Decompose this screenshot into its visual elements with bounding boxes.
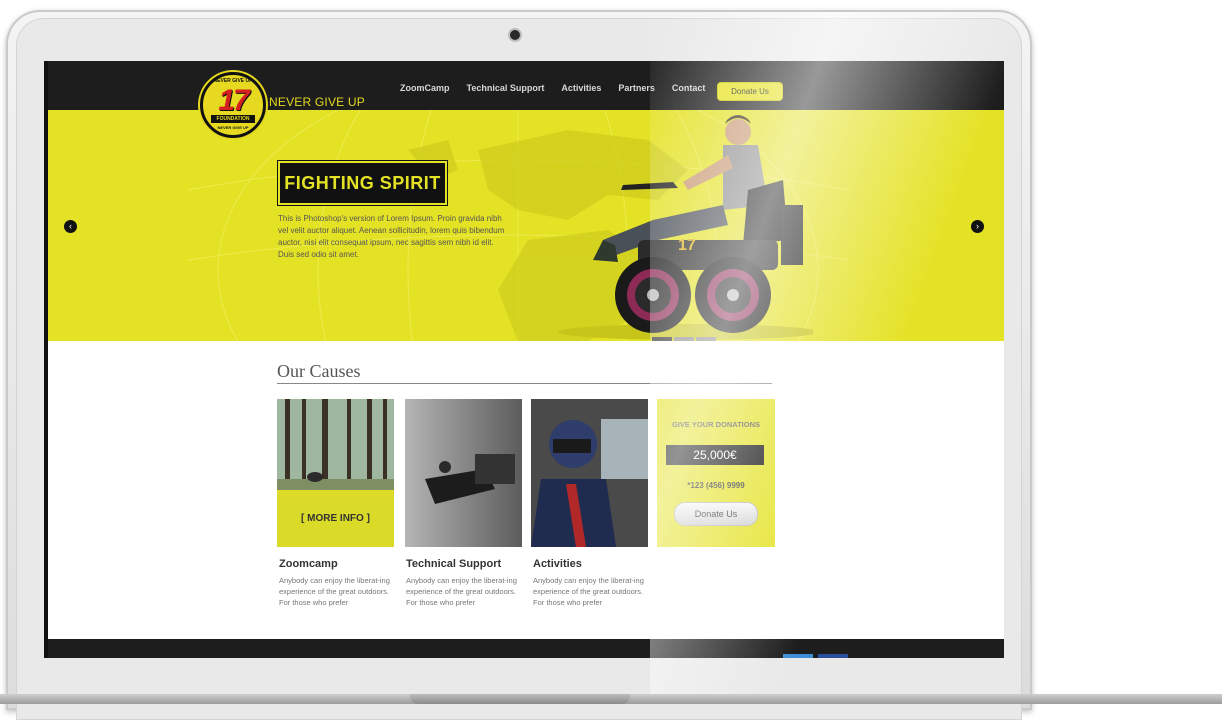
activities-image[interactable]: [531, 399, 648, 547]
social-twitter-icon[interactable]: [783, 654, 813, 658]
svg-text:17: 17: [678, 237, 696, 254]
world-map-background: [187, 110, 849, 341]
slider-indicators: [652, 337, 716, 341]
card-text-technical-support: Anybody can enjoy the liberat-ing experi…: [406, 576, 517, 607]
zoomcamp-image[interactable]: [ MORE INFO ]: [277, 399, 394, 547]
hero-title-box: FIGHTING SPIRIT: [278, 161, 447, 205]
hero-title: FIGHTING SPIRIT: [284, 173, 441, 193]
donation-amount: 25,000€: [666, 445, 764, 465]
donation-widget: GIVE YOUR DONATIONS 25,000€ *123 (456) 9…: [657, 399, 775, 547]
nav-technical-support[interactable]: Technical Support: [467, 83, 545, 93]
card-title-zoomcamp[interactable]: Zoomcamp: [279, 558, 338, 570]
card-title-technical-support[interactable]: Technical Support: [406, 558, 501, 570]
more-info-link[interactable]: [ MORE INFO ]: [277, 490, 394, 547]
logo-number: 17: [218, 84, 249, 117]
hero-slider: 17 FIGHTING SPIRIT This is Photoshop's v…: [48, 110, 1004, 341]
card-title-activities[interactable]: Activities: [533, 558, 582, 570]
card-text-activities: Anybody can enjoy the liberat-ing experi…: [533, 576, 644, 607]
section-divider: [277, 383, 772, 384]
website-screen: NEVER GIVE UP ZoomCamp Technical Support…: [44, 61, 1004, 658]
brand-name[interactable]: NEVER GIVE UP: [269, 95, 365, 109]
laptop-base-notch: [410, 694, 630, 704]
donate-us-button[interactable]: Donate Us: [717, 82, 783, 101]
social-facebook-icon[interactable]: [818, 654, 848, 658]
hero-description: This is Photoshop's version of Lorem Ips…: [278, 214, 505, 259]
slide-indicator[interactable]: [674, 337, 694, 341]
section-title-causes: Our Causes: [277, 361, 361, 381]
donation-phone: *123 (456) 9999: [687, 481, 745, 490]
nav-contact[interactable]: Contact: [672, 83, 706, 93]
donation-heading: GIVE YOUR DONATIONS: [671, 420, 761, 429]
top-navigation-bar: NEVER GIVE UP ZoomCamp Technical Support…: [48, 61, 1004, 110]
foundation-logo[interactable]: NEVER GIVE UP 17 FOUNDATION NEVER GIVE U…: [200, 72, 266, 138]
logo-plate: FOUNDATION: [211, 115, 255, 123]
logo-bottom-text: NEVER GIVE UP: [217, 125, 249, 130]
chevron-left-icon[interactable]: ‹: [64, 220, 77, 233]
nav-zoomcamp[interactable]: ZoomCamp: [400, 83, 450, 93]
nav-activities[interactable]: Activities: [561, 83, 601, 93]
camera-icon: [510, 30, 520, 40]
main-nav: ZoomCamp Technical Support Activities Pa…: [400, 83, 722, 93]
slide-indicator[interactable]: [696, 337, 716, 341]
nav-partners[interactable]: Partners: [618, 83, 655, 93]
slide-indicator[interactable]: [652, 337, 672, 341]
donate-us-button-card[interactable]: Donate Us: [674, 502, 758, 526]
card-text-zoomcamp: Anybody can enjoy the liberat-ing experi…: [279, 576, 390, 607]
chevron-right-icon[interactable]: ›: [971, 220, 984, 233]
hero-rider-image: 17: [558, 115, 813, 340]
footer-bar: [48, 639, 1004, 658]
technical-support-image[interactable]: [405, 399, 522, 547]
